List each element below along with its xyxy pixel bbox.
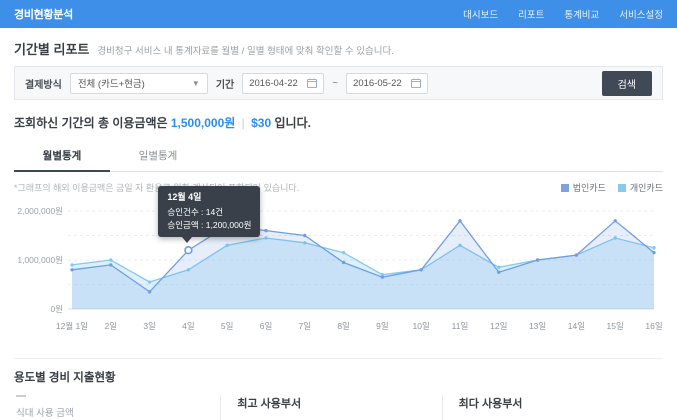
payment-method-select[interactable]: 전체 (카드+현금) ▼ [69, 72, 208, 94]
legend-item-personal-card: 개인카드 [617, 181, 663, 194]
top-count-dept-title: 최다 사용부서 [458, 398, 523, 410]
legend-item-corporate-card: 법인카드 [560, 181, 606, 194]
search-button[interactable]: 검색 [601, 70, 652, 96]
tooltip-date: 12월 4일 [167, 192, 202, 203]
summary-prefix: 조회하신 기간의 총 이용금액은 [14, 116, 168, 130]
period-label: 기간 [215, 79, 235, 91]
legend-label-corporate: 법인카드 [572, 183, 606, 193]
svg-text:4일: 4일 [182, 321, 195, 331]
legend-swatch-personal [617, 183, 626, 192]
summary-suffix: 입니다. [274, 116, 311, 130]
summary-amount-krw: 1,500,000원 [170, 116, 236, 130]
chart-header: *그래프의 해외 이용금액은 금일 자 환율로 원화 계산되어 포함되어 있습니… [14, 181, 663, 194]
meal-dash-decoration [16, 395, 26, 397]
usage-section-title: 용도별 경비 지출현황 [14, 372, 116, 384]
summary-line: 조회하신 기간의 총 이용금액은 1,500,000원 | $30 입니다. [14, 114, 663, 131]
svg-text:3일: 3일 [143, 321, 156, 331]
date-from-value: 2016-04-22 [249, 77, 298, 89]
stats-tabs: 월별통계 일별통계 [14, 142, 663, 172]
svg-text:5일: 5일 [221, 321, 234, 331]
svg-text:12일: 12일 [490, 321, 507, 331]
svg-text:16일: 16일 [645, 321, 662, 331]
legend-label-personal: 개인카드 [629, 183, 663, 193]
meal-expense-label: 식대 사용 금액 [16, 408, 74, 419]
svg-text:14일: 14일 [568, 321, 585, 331]
page-title: 기간별 리포트 [14, 42, 90, 57]
usage-columns: 식대 사용 금액 123,000,000원 최고 사용부서 순위 사용부서 건수… [14, 395, 663, 420]
chart-tooltip: 12월 4일 승인건수 : 14건 승인금액 : 1,200,000원 [158, 186, 261, 244]
date-to-input[interactable]: 2016-05-22 [346, 72, 429, 94]
app-title: 경비현황분석 [14, 9, 73, 21]
payment-method-label: 결제방식 [25, 79, 62, 91]
chart-canvas[interactable]: 0원 1,000,000원 2,000,000원 12월 1일 2일 3일 4일 5일 6일 7일… [14, 197, 663, 339]
chart-legend: 법인카드 개인카드 [560, 181, 663, 194]
summary-amount-usd: $30 [251, 116, 272, 130]
svg-text:8일: 8일 [337, 321, 350, 331]
svg-text:1,000,000원: 1,000,000원 [17, 255, 63, 265]
tab-monthly-stats[interactable]: 월별통계 [14, 142, 110, 172]
tooltip-approval-amount: 승인금액 : 1,200,000원 [167, 220, 252, 231]
svg-text:6일: 6일 [260, 321, 273, 331]
tooltip-approval-count: 승인건수 : 14건 [167, 207, 224, 218]
filter-bar: 결제방식 전체 (카드+현금) ▼ 기간 2016-04-22 ~ 2016-0… [14, 66, 663, 100]
top-amount-dept-title: 최고 사용부서 [237, 398, 302, 410]
nav-item-stats-compare[interactable]: 통계비교 [564, 7, 599, 21]
nav-item-dashboard[interactable]: 대시보드 [463, 7, 498, 21]
page-subtitle: 경비청구 서비스 내 통계자료를 월별 / 일별 형태에 맞춰 확인할 수 있습… [97, 46, 394, 57]
svg-text:2,000,000원: 2,000,000원 [17, 206, 63, 216]
svg-text:9일: 9일 [376, 321, 389, 331]
nav-menu: 대시보드 리포트 통계비교 서비스설정 [463, 7, 663, 21]
svg-text:7일: 7일 [299, 321, 312, 331]
date-range-separator: ~ [332, 77, 339, 89]
top-amount-dept-card: 최고 사용부서 순위 사용부서 건수 금액 [220, 395, 441, 420]
summary-divider: | [241, 116, 245, 130]
date-from-input[interactable]: 2016-04-22 [242, 72, 325, 94]
svg-text:0원: 0원 [50, 304, 63, 314]
tab-daily-stats[interactable]: 일별통계 [110, 142, 206, 171]
page-header: 기간별 리포트 경비청구 서비스 내 통계자료를 월별 / 일별 형태에 맞춰 … [14, 39, 663, 58]
meal-expense-card: 식대 사용 금액 123,000,000원 [14, 395, 220, 420]
legend-swatch-corporate [560, 183, 569, 192]
usage-line-chart[interactable]: 0원 1,000,000원 2,000,000원 12월 1일 2일 3일 4일 5일 6일 7일… [14, 186, 663, 344]
nav-item-report[interactable]: 리포트 [518, 7, 544, 21]
svg-text:2일: 2일 [105, 321, 118, 331]
usage-section: 용도별 경비 지출현황 식대 사용 금액 123,000,000원 최고 사용부… [14, 358, 663, 420]
chevron-down-icon: ▼ [191, 78, 200, 88]
payment-method-value: 전체 (카드+현금) [77, 79, 145, 90]
svg-text:15일: 15일 [607, 321, 624, 331]
calendar-icon[interactable] [411, 78, 422, 88]
top-count-dept-card: 최다 사용부서 순위 사용부서 건수 금액 [441, 395, 663, 420]
top-nav: 경비현황분석 대시보드 리포트 통계비교 서비스설정 [0, 0, 677, 28]
svg-text:10일: 10일 [413, 321, 430, 331]
calendar-icon[interactable] [307, 78, 318, 88]
svg-text:13일: 13일 [529, 321, 546, 331]
svg-text:11일: 11일 [452, 321, 469, 331]
date-to-value: 2016-05-22 [353, 77, 402, 89]
nav-item-service-settings[interactable]: 서비스설정 [619, 7, 663, 21]
svg-text:12월 1일: 12월 1일 [56, 321, 88, 331]
